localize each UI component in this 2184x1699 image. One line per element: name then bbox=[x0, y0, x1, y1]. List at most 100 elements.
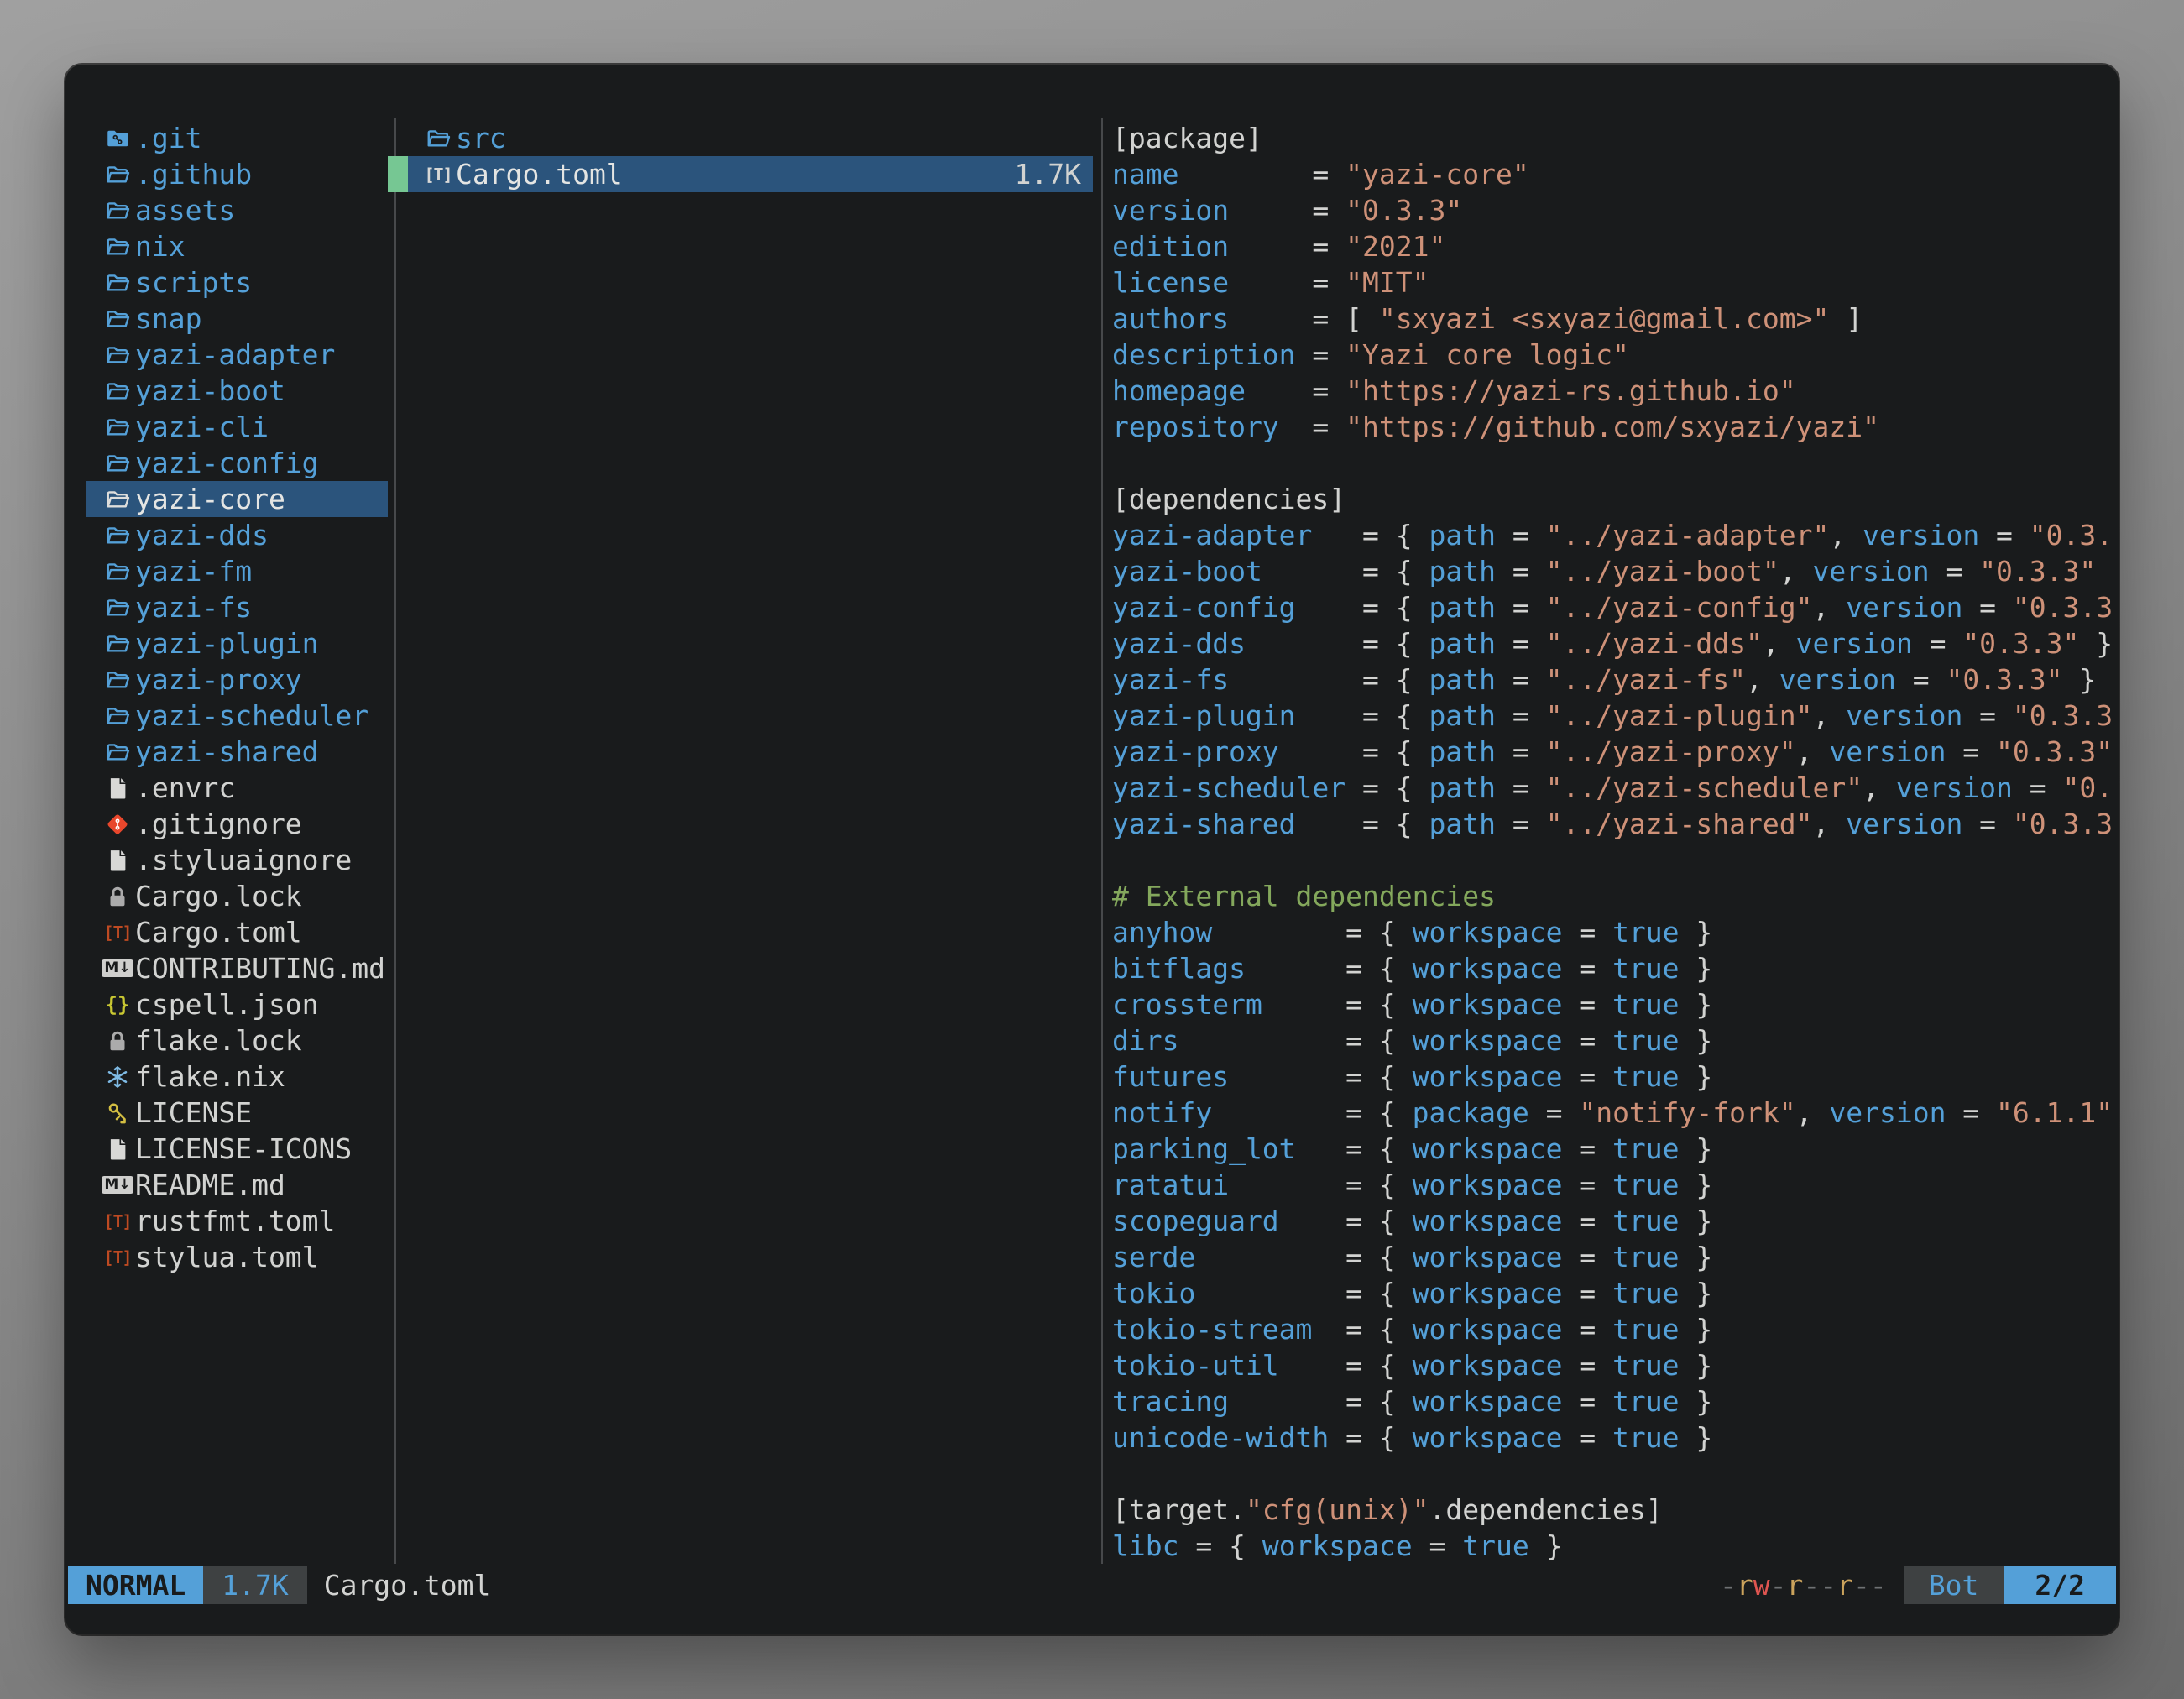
permission-char: - bbox=[1720, 1569, 1737, 1602]
key-icon bbox=[103, 1099, 132, 1127]
folder-icon bbox=[103, 196, 132, 225]
preview-line: # External dependencies bbox=[1112, 878, 2113, 914]
desktop-background: .git.githubassetsnixscriptssnapyazi-adap… bbox=[0, 0, 2184, 1699]
file-row[interactable]: src bbox=[388, 120, 1093, 156]
file-row[interactable]: {}cspell.json bbox=[86, 986, 388, 1022]
file-icon bbox=[103, 846, 132, 875]
file-row[interactable]: snap bbox=[86, 301, 388, 337]
preview-line: license = "MIT" bbox=[1112, 264, 2113, 301]
status-file-name: Cargo.toml bbox=[324, 1569, 491, 1602]
file-row[interactable]: yazi-fm bbox=[86, 553, 388, 589]
folder-icon bbox=[103, 630, 132, 658]
file-row[interactable]: yazi-shared bbox=[86, 734, 388, 770]
file-row[interactable]: yazi-core bbox=[86, 481, 388, 517]
toml-icon: [T] bbox=[103, 1207, 132, 1236]
preview-line: authors = [ "sxyazi <sxyazi@gmail.com>" … bbox=[1112, 301, 2113, 337]
file-row[interactable]: .styluaignore bbox=[86, 842, 388, 878]
file-row[interactable]: Cargo.lock bbox=[86, 878, 388, 914]
file-row[interactable]: .github bbox=[86, 156, 388, 192]
file-label: cspell.json bbox=[135, 988, 319, 1021]
file-label: .envrc bbox=[135, 771, 235, 804]
file-row[interactable]: .git bbox=[86, 120, 388, 156]
file-row[interactable]: assets bbox=[86, 192, 388, 228]
file-row[interactable]: nix bbox=[86, 228, 388, 264]
preview-line: crossterm = { workspace = true } bbox=[1112, 986, 2113, 1022]
toml-icon: [T] bbox=[103, 1243, 132, 1272]
file-label: CONTRIBUTING.md bbox=[135, 952, 385, 985]
preview-line: libc = { workspace = true } bbox=[1112, 1528, 2113, 1564]
folder-icon bbox=[103, 702, 132, 730]
file-row[interactable]: [T]stylua.toml bbox=[86, 1239, 388, 1275]
file-label: yazi-plugin bbox=[135, 627, 319, 660]
file-label: .github bbox=[135, 158, 252, 191]
preview-line: yazi-boot = { path = "../yazi-boot", ver… bbox=[1112, 553, 2113, 589]
folder-icon bbox=[103, 557, 132, 586]
mode-indicator: NORMAL bbox=[68, 1566, 203, 1604]
preview-line: tokio-util = { workspace = true } bbox=[1112, 1347, 2113, 1383]
permission-char: r bbox=[1837, 1569, 1853, 1602]
folder-icon bbox=[103, 377, 132, 405]
file-row[interactable]: flake.nix bbox=[86, 1059, 388, 1095]
file-label: LICENSE bbox=[135, 1096, 252, 1129]
file-row[interactable]: yazi-adapter bbox=[86, 337, 388, 373]
file-row[interactable]: yazi-cli bbox=[86, 409, 388, 445]
file-row[interactable]: M↓README.md bbox=[86, 1167, 388, 1203]
folder-icon bbox=[103, 485, 132, 514]
file-row[interactable]: yazi-fs bbox=[86, 589, 388, 625]
file-row[interactable]: yazi-proxy bbox=[86, 661, 388, 698]
preview-line: [target."cfg(unix)".dependencies] bbox=[1112, 1492, 2113, 1528]
file-row[interactable]: [T]Cargo.toml bbox=[86, 914, 388, 950]
pane-divider bbox=[1101, 118, 1103, 1564]
folder-icon bbox=[103, 738, 132, 766]
preview-line: version = "0.3.3" bbox=[1112, 192, 2113, 228]
file-row[interactable]: .envrc bbox=[86, 770, 388, 806]
file-size: 1.7K bbox=[1015, 158, 1081, 191]
current-pane: src[T]Cargo.toml1.7K bbox=[388, 120, 1093, 192]
file-label: src bbox=[456, 122, 506, 154]
preview-line: [package] bbox=[1112, 120, 2113, 156]
file-icon bbox=[103, 774, 132, 802]
file-row[interactable]: flake.lock bbox=[86, 1022, 388, 1059]
file-label: yazi-shared bbox=[135, 735, 319, 768]
folder-icon bbox=[103, 666, 132, 694]
file-label: Cargo.toml bbox=[135, 916, 302, 949]
permission-char: - bbox=[1770, 1569, 1787, 1602]
file-row[interactable]: yazi-config bbox=[86, 445, 388, 481]
file-label: rustfmt.toml bbox=[135, 1205, 335, 1237]
folder-icon bbox=[103, 521, 132, 550]
file-size-badge: 1.7K bbox=[203, 1566, 306, 1604]
file-row[interactable]: LICENSE-ICONS bbox=[86, 1131, 388, 1167]
folder-icon bbox=[103, 449, 132, 478]
selection-marker bbox=[388, 156, 408, 192]
file-label: scripts bbox=[135, 266, 252, 299]
file-row[interactable]: [T]Cargo.toml1.7K bbox=[388, 156, 1093, 192]
file-label: flake.nix bbox=[135, 1060, 285, 1093]
file-row[interactable]: scripts bbox=[86, 264, 388, 301]
file-row[interactable]: LICENSE bbox=[86, 1095, 388, 1131]
preview-line: yazi-scheduler = { path = "../yazi-sched… bbox=[1112, 770, 2113, 806]
file-row[interactable]: M↓CONTRIBUTING.md bbox=[86, 950, 388, 986]
preview-line: scopeguard = { workspace = true } bbox=[1112, 1203, 2113, 1239]
file-row[interactable]: yazi-boot bbox=[86, 373, 388, 409]
preview-line: dirs = { workspace = true } bbox=[1112, 1022, 2113, 1059]
status-bar: NORMAL 1.7K Cargo.toml -rw-r--r-- Bot 2/… bbox=[68, 1566, 2116, 1604]
file-row[interactable]: yazi-plugin bbox=[86, 625, 388, 661]
folder-icon bbox=[103, 413, 132, 442]
file-row[interactable]: yazi-dds bbox=[86, 517, 388, 553]
markdown-icon: M↓ bbox=[103, 1171, 132, 1200]
preview-line: serde = { workspace = true } bbox=[1112, 1239, 2113, 1275]
preview-line: yazi-config = { path = "../yazi-config",… bbox=[1112, 589, 2113, 625]
file-row[interactable]: [T]rustfmt.toml bbox=[86, 1203, 388, 1239]
preview-line: tokio-stream = { workspace = true } bbox=[1112, 1311, 2113, 1347]
markdown-icon: M↓ bbox=[103, 954, 132, 983]
preview-line: bitflags = { workspace = true } bbox=[1112, 950, 2113, 986]
permission-char: - bbox=[1803, 1569, 1820, 1602]
file-row[interactable]: yazi-scheduler bbox=[86, 698, 388, 734]
preview-line: tracing = { workspace = true } bbox=[1112, 1383, 2113, 1419]
preview-line bbox=[1112, 1456, 2113, 1492]
preview-line: [dependencies] bbox=[1112, 481, 2113, 517]
folder-icon bbox=[103, 233, 132, 261]
parent-pane: .git.githubassetsnixscriptssnapyazi-adap… bbox=[86, 120, 388, 1275]
folder-icon bbox=[103, 341, 132, 369]
file-row[interactable]: .gitignore bbox=[86, 806, 388, 842]
